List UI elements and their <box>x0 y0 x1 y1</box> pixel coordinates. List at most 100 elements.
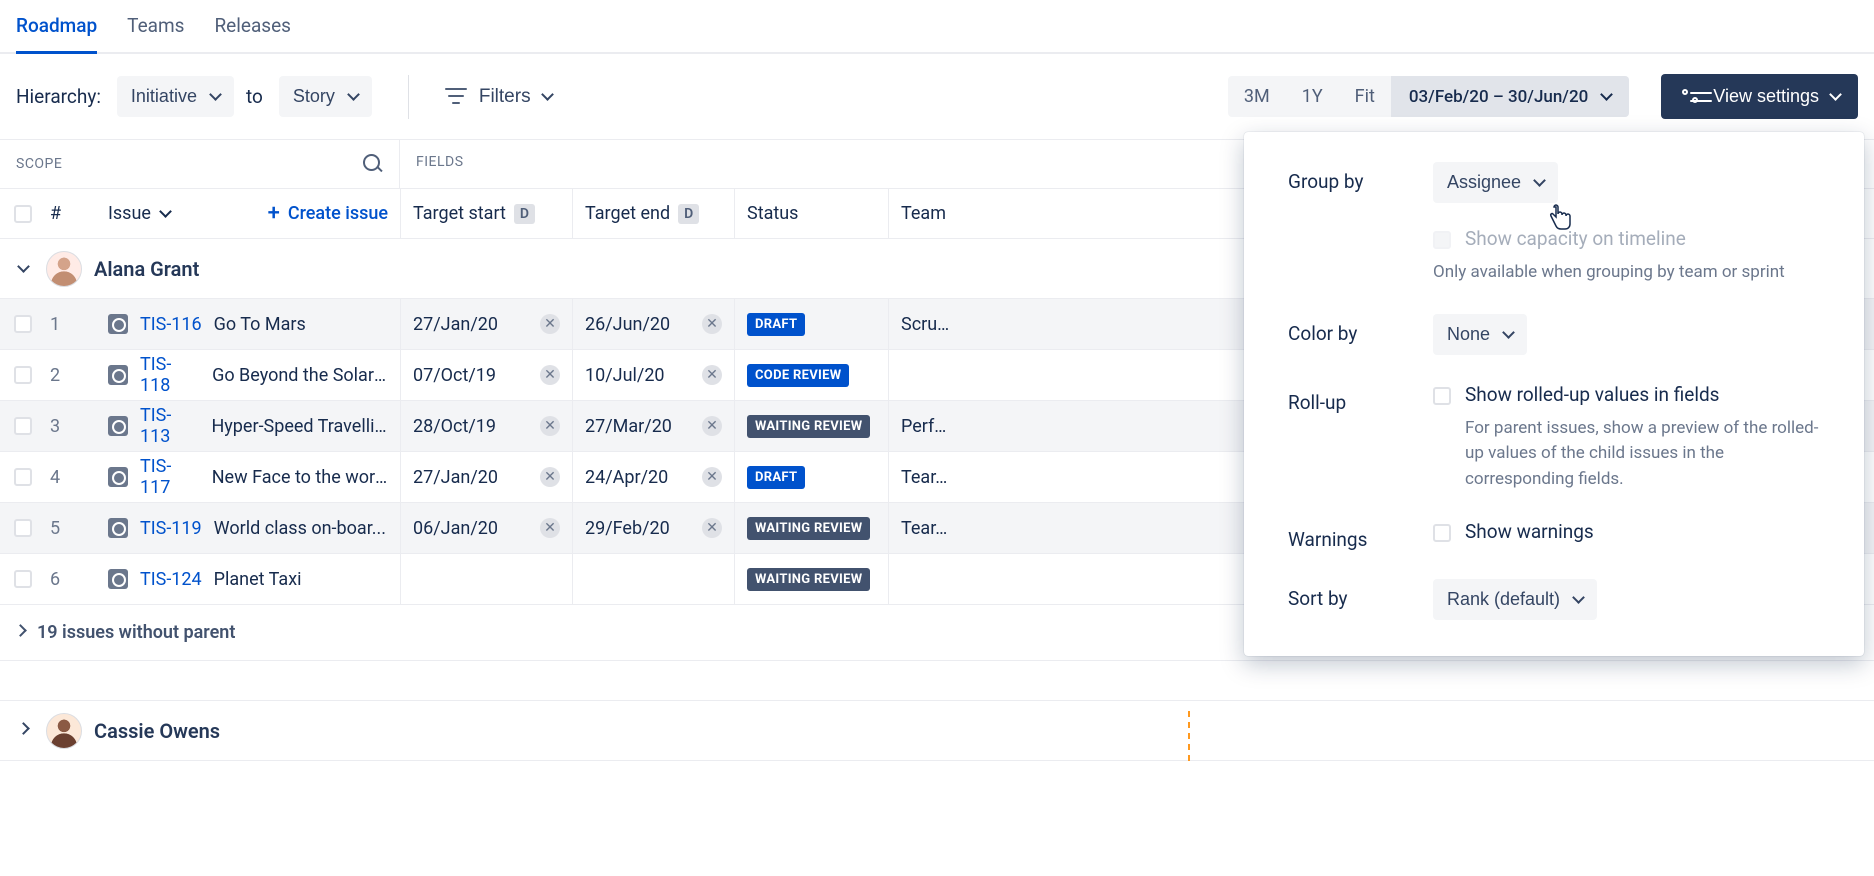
rollup-checkbox[interactable] <box>1433 387 1451 405</box>
chevron-down-icon <box>159 205 172 218</box>
chevron-down-icon <box>1533 174 1546 187</box>
group-toggle[interactable] <box>0 266 46 271</box>
range-1y[interactable]: 1Y <box>1286 76 1339 117</box>
color-by-select[interactable]: None <box>1433 314 1527 355</box>
row-checkbox[interactable] <box>14 417 32 435</box>
clear-icon[interactable]: ✕ <box>702 518 722 538</box>
target-start-cell[interactable]: 27/Jan/20✕ <box>400 299 572 349</box>
row-checkbox[interactable] <box>14 366 32 384</box>
d-badge: D <box>678 204 699 224</box>
target-start-cell[interactable] <box>400 554 572 604</box>
issue-summary[interactable]: New Face to the worl... <box>212 467 388 488</box>
clear-icon[interactable]: ✕ <box>702 314 722 334</box>
clear-icon[interactable]: ✕ <box>702 365 722 385</box>
clear-icon[interactable]: ✕ <box>702 416 722 436</box>
rollup-helper: For parent issues, show a preview of the… <box>1465 416 1828 493</box>
color-by-value: None <box>1447 324 1490 345</box>
range-3m[interactable]: 3M <box>1228 76 1286 117</box>
issue-summary[interactable]: Planet Taxi <box>214 569 302 590</box>
group-name: Alana Grant <box>94 257 199 281</box>
create-issue-button[interactable]: + Create issue <box>268 203 388 225</box>
row-checkbox[interactable] <box>14 468 32 486</box>
tab-releases[interactable]: Releases <box>214 6 291 52</box>
issue-key-link[interactable]: TIS-119 <box>140 518 202 539</box>
chevron-down-icon <box>209 88 222 101</box>
hierarchy-to-select[interactable]: Story <box>279 76 372 117</box>
target-end-cell[interactable]: 27/Mar/20✕ <box>572 401 734 451</box>
issue-type-icon <box>108 518 128 538</box>
hierarchy-from-value: Initiative <box>131 86 197 107</box>
target-end-cell[interactable] <box>572 554 734 604</box>
issue-summary[interactable]: Hyper-Speed Travelling <box>211 416 388 437</box>
target-end-label: Target end <box>585 203 670 224</box>
issue-key-link[interactable]: TIS-116 <box>140 314 202 335</box>
group-row[interactable]: Cassie Owens <box>0 701 1874 761</box>
search-icon[interactable] <box>363 154 383 174</box>
issue-summary[interactable]: Go To Mars <box>214 314 306 335</box>
status-badge: WAITING REVIEW <box>747 568 870 591</box>
col-status[interactable]: Status <box>734 189 888 239</box>
issue-key-link[interactable]: TIS-124 <box>140 569 202 590</box>
chevron-down-icon <box>1829 88 1842 101</box>
without-parent-label: 19 issues without parent <box>37 622 235 643</box>
clear-icon[interactable]: ✕ <box>540 365 560 385</box>
target-start-cell[interactable]: 07/Oct/19✕ <box>400 350 572 400</box>
issue-summary[interactable]: World class on-boar... <box>214 518 386 539</box>
separator <box>408 75 409 119</box>
row-number: 5 <box>46 503 96 553</box>
clear-icon[interactable]: ✕ <box>540 518 560 538</box>
hierarchy-from-select[interactable]: Initiative <box>117 76 234 117</box>
status-cell[interactable]: DRAFT <box>734 452 888 502</box>
target-start-cell[interactable]: 06/Jan/20✕ <box>400 503 572 553</box>
target-end-cell[interactable]: 29/Feb/20✕ <box>572 503 734 553</box>
row-checkbox[interactable] <box>14 570 32 588</box>
issue-key-link[interactable]: TIS-118 <box>140 354 200 396</box>
to-label: to <box>246 85 263 108</box>
row-checkbox[interactable] <box>14 315 32 333</box>
capacity-helper: Only available when grouping by team or … <box>1433 260 1828 286</box>
status-badge: DRAFT <box>747 466 805 489</box>
status-cell[interactable]: WAITING REVIEW <box>734 503 888 553</box>
range-date-select[interactable]: 03/Feb/20 – 30/Jun/20 <box>1391 76 1629 117</box>
group-toggle[interactable] <box>0 728 46 733</box>
col-target-start[interactable]: Target start D <box>400 189 572 239</box>
target-end-cell[interactable]: 24/Apr/20✕ <box>572 452 734 502</box>
target-end-cell[interactable]: 10/Jul/20✕ <box>572 350 734 400</box>
row-checkbox[interactable] <box>14 519 32 537</box>
issue-key-link[interactable]: TIS-113 <box>140 405 199 447</box>
capacity-label: Show capacity on timeline <box>1465 227 1686 250</box>
target-start-cell[interactable]: 27/Jan/20✕ <box>400 452 572 502</box>
status-cell[interactable]: WAITING REVIEW <box>734 554 888 604</box>
status-cell[interactable]: CODE REVIEW <box>734 350 888 400</box>
group-by-value: Assignee <box>1447 172 1521 193</box>
row-number: 6 <box>46 554 96 604</box>
status-cell[interactable]: WAITING REVIEW <box>734 401 888 451</box>
range-date-value: 03/Feb/20 – 30/Jun/20 <box>1409 87 1588 107</box>
issue-key-link[interactable]: TIS-117 <box>140 456 200 498</box>
sortby-select[interactable]: Rank (default) <box>1433 579 1597 620</box>
group-by-select[interactable]: Assignee <box>1433 162 1558 203</box>
range-fit[interactable]: Fit <box>1339 76 1391 117</box>
select-all-checkbox[interactable] <box>14 205 32 223</box>
issue-summary[interactable]: Go Beyond the Solar ... <box>212 365 388 386</box>
tab-teams[interactable]: Teams <box>127 6 184 52</box>
target-start-cell[interactable]: 28/Oct/19✕ <box>400 401 572 451</box>
clear-icon[interactable]: ✕ <box>540 416 560 436</box>
hierarchy-label: Hierarchy: <box>16 85 101 108</box>
view-settings-button[interactable]: View settings <box>1661 74 1858 119</box>
filter-icon <box>445 88 467 106</box>
chevron-down-icon <box>347 88 360 101</box>
col-target-end[interactable]: Target end D <box>572 189 734 239</box>
warnings-checkbox[interactable] <box>1433 524 1451 542</box>
tab-roadmap[interactable]: Roadmap <box>16 6 97 54</box>
clear-icon[interactable]: ✕ <box>702 467 722 487</box>
filters-button[interactable]: Filters <box>445 86 552 108</box>
target-start-label: Target start <box>413 203 506 224</box>
chevron-down-icon <box>1572 591 1585 604</box>
issue-column-menu[interactable]: Issue <box>108 203 170 224</box>
status-cell[interactable]: DRAFT <box>734 299 888 349</box>
target-end-cell[interactable]: 26/Jun/20✕ <box>572 299 734 349</box>
clear-icon[interactable]: ✕ <box>540 467 560 487</box>
view-settings-label: View settings <box>1713 86 1819 107</box>
clear-icon[interactable]: ✕ <box>540 314 560 334</box>
